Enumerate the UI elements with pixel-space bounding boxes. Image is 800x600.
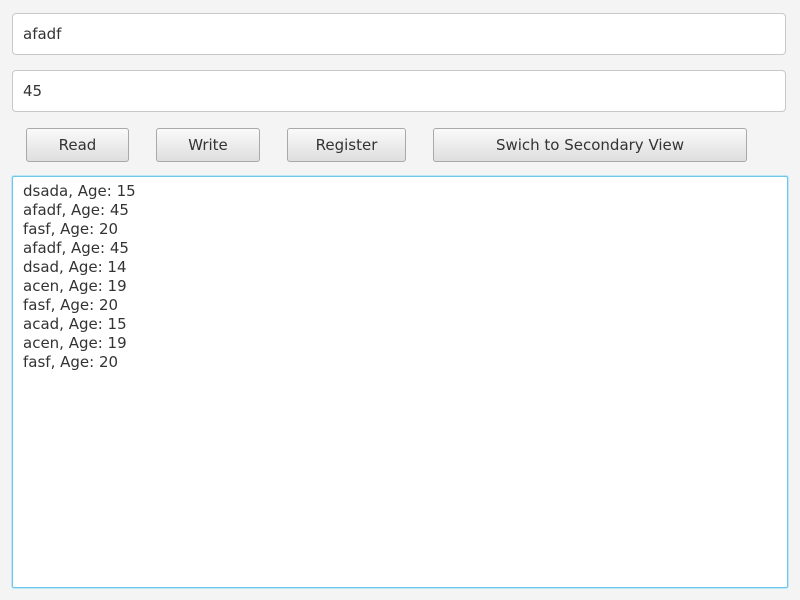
record-line: dsada, Age: 15 [23,182,136,200]
age-input[interactable] [12,70,786,112]
record-line: acen, Age: 19 [23,277,127,295]
name-input[interactable] [12,13,786,55]
record-line: acad, Age: 15 [23,315,127,333]
record-line: fasf, Age: 20 [23,296,119,314]
read-button[interactable]: Read [26,128,129,162]
switch-view-button[interactable]: Swich to Secondary View [433,128,747,162]
write-button[interactable]: Write [156,128,260,162]
record-line: acen, Age: 19 [23,334,127,352]
record-line: fasf, Age: 20 [23,353,119,371]
record-line: afadf, Age: 45 [23,201,129,219]
register-button[interactable]: Register [287,128,406,162]
records-text-area[interactable]: dsada, Age: 15 afadf, Age: 45 fasf, Age:… [12,176,788,588]
record-line: afadf, Age: 45 [23,239,129,257]
record-line: dsad, Age: 14 [23,258,127,276]
record-line: fasf, Age: 20 [23,220,119,238]
